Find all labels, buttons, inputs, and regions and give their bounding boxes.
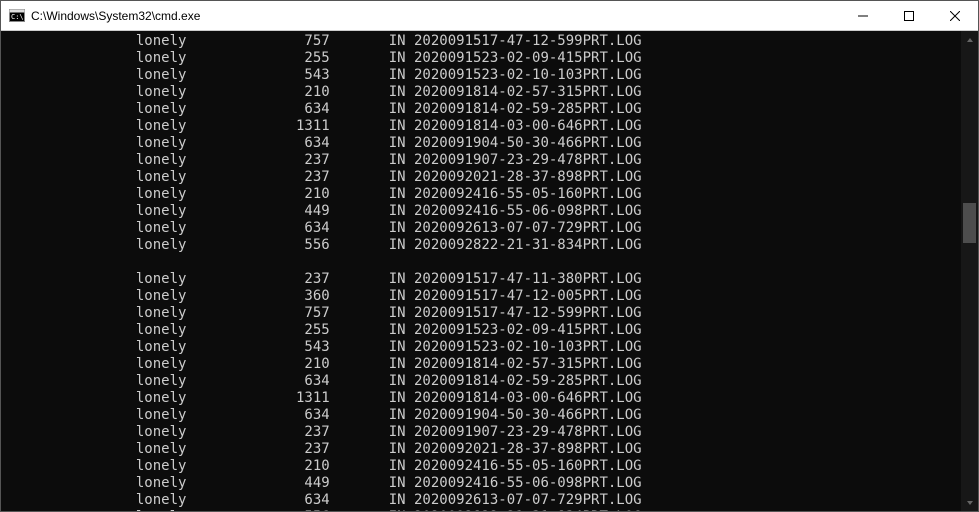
terminal-line: lonely 543 IN 2020091523-02-10-103PRT.LO… <box>1 339 961 356</box>
terminal-line: lonely 449 IN 2020092416-55-06-098PRT.LO… <box>1 475 961 492</box>
terminal-line: lonely 237 IN 2020091907-23-29-478PRT.LO… <box>1 152 961 169</box>
vertical-scrollbar[interactable] <box>961 31 978 511</box>
scroll-down-arrow[interactable] <box>961 494 978 511</box>
terminal-line: lonely 634 IN 2020091814-02-59-285PRT.LO… <box>1 373 961 390</box>
terminal-line: lonely 255 IN 2020091523-02-09-415PRT.LO… <box>1 322 961 339</box>
terminal-line: lonely 543 IN 2020091523-02-10-103PRT.LO… <box>1 67 961 84</box>
terminal-line: lonely 634 IN 2020091904-50-30-466PRT.LO… <box>1 407 961 424</box>
terminal-line: lonely 1311 IN 2020091814-03-00-646PRT.L… <box>1 118 961 135</box>
window-title: C:\Windows\System32\cmd.exe <box>31 9 840 23</box>
terminal-line: lonely 556 IN 2020092822-21-31-834PRT.LO… <box>1 509 961 511</box>
terminal-line: lonely 634 IN 2020091904-50-30-466PRT.LO… <box>1 135 961 152</box>
terminal-line <box>1 254 961 271</box>
close-button[interactable] <box>932 1 978 30</box>
cmd-icon: C:\ <box>9 8 25 24</box>
terminal-line: lonely 556 IN 2020092822-21-31-834PRT.LO… <box>1 237 961 254</box>
terminal-line: lonely 634 IN 2020092613-07-07-729PRT.LO… <box>1 220 961 237</box>
terminal-area: lonely 757 IN 2020091517-47-12-599PRT.LO… <box>1 31 978 511</box>
terminal-line: lonely 634 IN 2020092613-07-07-729PRT.LO… <box>1 492 961 509</box>
maximize-button[interactable] <box>886 1 932 30</box>
terminal-line: lonely 210 IN 2020092416-55-05-160PRT.LO… <box>1 186 961 203</box>
svg-text:C:\: C:\ <box>11 13 24 21</box>
terminal-line: lonely 210 IN 2020092416-55-05-160PRT.LO… <box>1 458 961 475</box>
terminal-line: lonely 210 IN 2020091814-02-57-315PRT.LO… <box>1 84 961 101</box>
scroll-up-arrow[interactable] <box>961 31 978 48</box>
terminal-line: lonely 237 IN 2020092021-28-37-898PRT.LO… <box>1 169 961 186</box>
terminal-line: lonely 1311 IN 2020091814-03-00-646PRT.L… <box>1 390 961 407</box>
terminal-line: lonely 757 IN 2020091517-47-12-599PRT.LO… <box>1 305 961 322</box>
terminal-line: lonely 237 IN 2020092021-28-37-898PRT.LO… <box>1 441 961 458</box>
terminal-line: lonely 210 IN 2020091814-02-57-315PRT.LO… <box>1 356 961 373</box>
terminal-line: lonely 757 IN 2020091517-47-12-599PRT.LO… <box>1 33 961 50</box>
terminal-line: lonely 449 IN 2020092416-55-06-098PRT.LO… <box>1 203 961 220</box>
terminal-line: lonely 255 IN 2020091523-02-09-415PRT.LO… <box>1 50 961 67</box>
terminal-line: lonely 237 IN 2020091907-23-29-478PRT.LO… <box>1 424 961 441</box>
window-controls <box>840 1 978 30</box>
terminal-output[interactable]: lonely 757 IN 2020091517-47-12-599PRT.LO… <box>1 31 961 511</box>
terminal-line: lonely 634 IN 2020091814-02-59-285PRT.LO… <box>1 101 961 118</box>
terminal-line: lonely 360 IN 2020091517-47-12-005PRT.LO… <box>1 288 961 305</box>
minimize-button[interactable] <box>840 1 886 30</box>
titlebar[interactable]: C:\ C:\Windows\System32\cmd.exe <box>1 1 978 31</box>
terminal-line: lonely 237 IN 2020091517-47-11-380PRT.LO… <box>1 271 961 288</box>
scrollbar-thumb[interactable] <box>963 203 976 243</box>
